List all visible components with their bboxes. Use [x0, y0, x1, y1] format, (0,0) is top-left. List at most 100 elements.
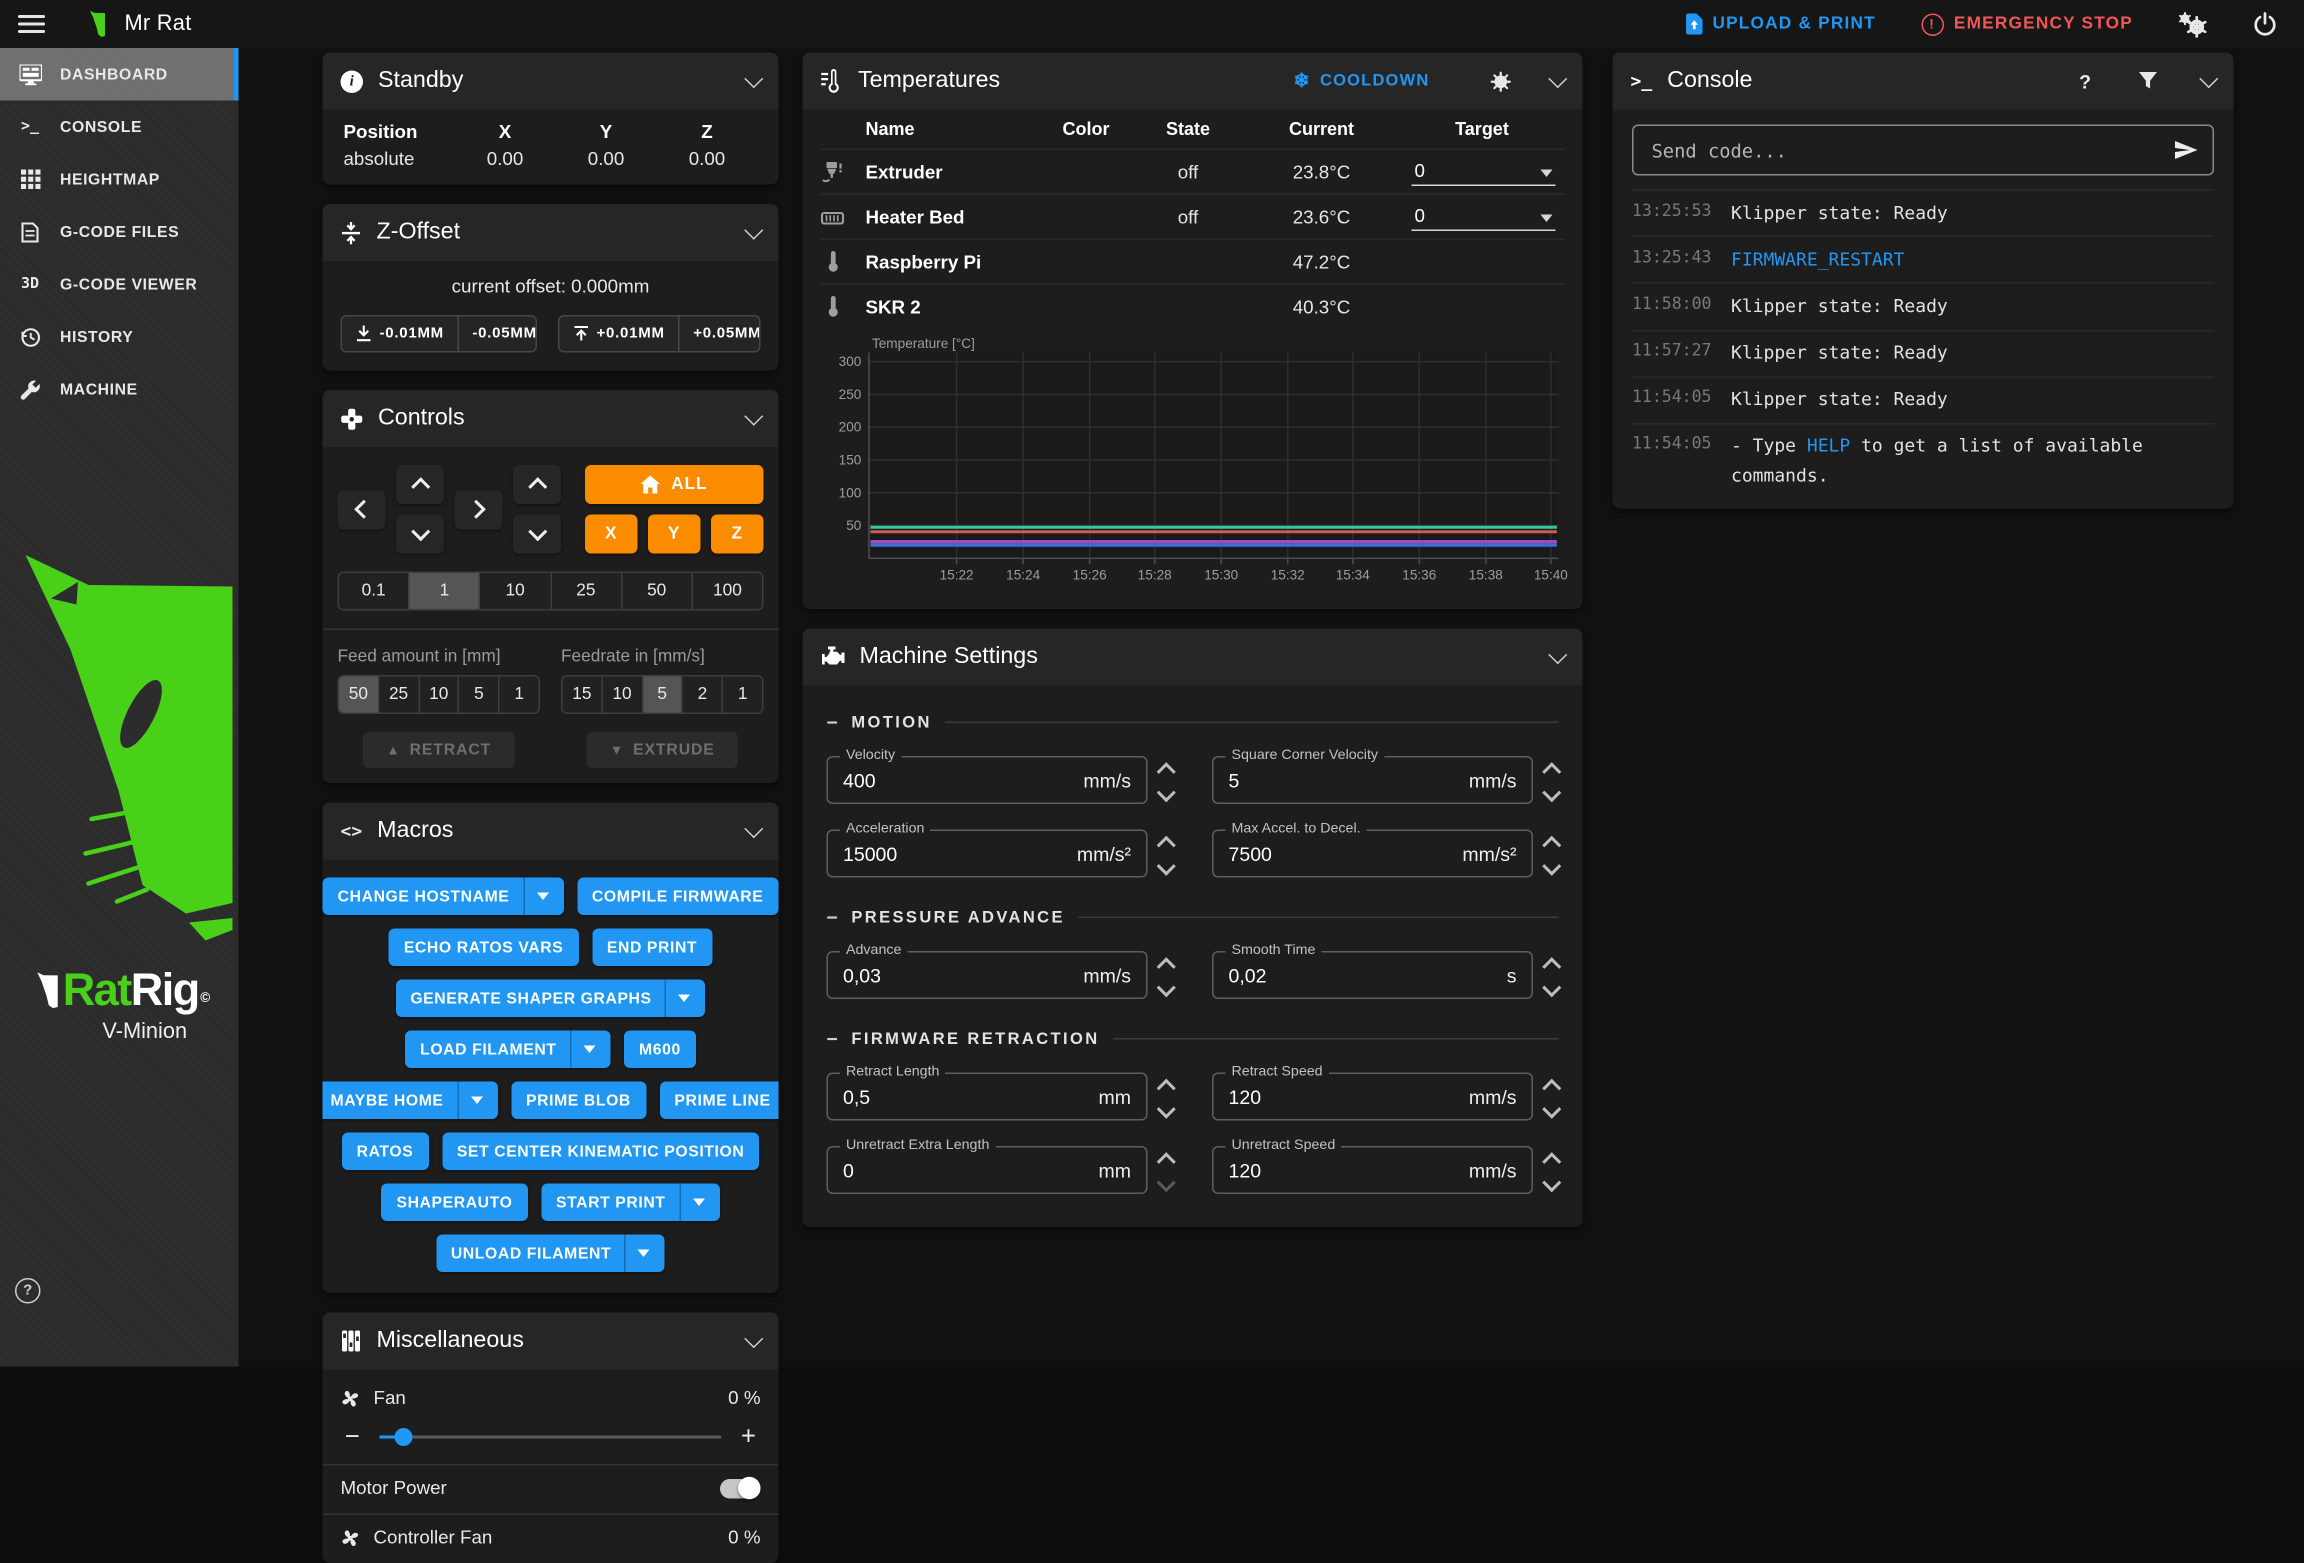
macro-maybe-home-button[interactable]: MAYBE HOME — [323, 1082, 498, 1120]
decrement-button[interactable] — [1157, 857, 1176, 876]
console-input[interactable] — [1649, 137, 2164, 163]
home-all-button[interactable]: ALL — [585, 465, 764, 504]
section-firmware-retraction[interactable]: − FIRMWARE RETRACTION — [827, 1030, 1559, 1050]
collapse-chevron-icon[interactable] — [744, 818, 763, 837]
feed-option[interactable]: 5 — [458, 677, 498, 713]
extrude-button[interactable]: ▼EXTRUDE — [586, 732, 739, 768]
console-help-button[interactable]: ? — [2079, 70, 2091, 93]
sidebar-item-history[interactable]: HISTORY — [0, 311, 239, 364]
macro-unload-filament-button[interactable]: UNLOAD FILAMENT — [436, 1235, 665, 1273]
decrement-button[interactable] — [1542, 1174, 1561, 1193]
home-x-button[interactable]: X — [585, 515, 638, 554]
hamburger-menu-icon[interactable] — [18, 15, 45, 33]
square-corner-velocity-field[interactable]: Square Corner Velocity 5 mm/s — [1212, 757, 1533, 805]
macro-ratos-button[interactable]: RATOS — [342, 1133, 429, 1171]
macro-set-center-kinematic-position-button[interactable]: SET CENTER KINEMATIC POSITION — [442, 1133, 760, 1171]
z-offset-down-small-button[interactable]: -0.01MM — [342, 317, 457, 352]
decrement-button[interactable] — [1542, 857, 1561, 876]
collapse-chevron-icon[interactable] — [1548, 68, 1567, 87]
target-select[interactable]: 0 — [1412, 203, 1556, 230]
increment-button[interactable] — [1542, 1153, 1561, 1172]
feed-option[interactable]: 1 — [498, 677, 538, 713]
jog-x-plus-button[interactable] — [455, 490, 503, 529]
macro-generate-shaper-graphs-button[interactable]: GENERATE SHAPER GRAPHS — [395, 980, 705, 1018]
cooldown-button[interactable]: ❄ COOLDOWN — [1284, 68, 1438, 95]
power-button[interactable] — [2250, 9, 2280, 39]
feedrate-option[interactable]: 1 — [722, 677, 762, 713]
max-accel-to-decel-field[interactable]: Max Accel. to Decel. 7500 mm/s² — [1212, 830, 1533, 878]
step-option[interactable]: 100 — [691, 573, 762, 609]
temperature-chart[interactable]: Temperature [°C] 50 100 150 200 250 300 … — [803, 329, 1583, 610]
interface-settings-button[interactable] — [2175, 8, 2211, 40]
unretract-speed-field[interactable]: Unretract Speed 120 mm/s — [1212, 1147, 1533, 1195]
retract-speed-field[interactable]: Retract Speed 120 mm/s — [1212, 1073, 1533, 1121]
macro-start-print-button[interactable]: START PRINT — [541, 1184, 720, 1222]
sidebar-item-dashboard[interactable]: DASHBOARD — [0, 48, 239, 101]
clickable-command[interactable]: HELP — [1807, 436, 1850, 457]
fan-decrease-button[interactable]: − — [341, 1424, 365, 1450]
decrement-button[interactable] — [1542, 979, 1561, 998]
retract-button[interactable]: ▲RETRACT — [362, 732, 515, 768]
feedrate-option[interactable]: 15 — [563, 677, 602, 713]
sidebar-item-gcode-files[interactable]: G-CODE FILES — [0, 206, 239, 259]
jog-x-minus-button[interactable] — [338, 490, 386, 529]
macro-echo-ratos-vars-button[interactable]: ECHO RATOS VARS — [389, 929, 579, 967]
feed-option[interactable]: 10 — [418, 677, 458, 713]
fan-slider[interactable] — [380, 1435, 722, 1438]
clickable-command[interactable]: FIRMWARE_RESTART — [1731, 246, 1904, 275]
advance-field[interactable]: Advance 0,03 mm/s — [827, 952, 1148, 1000]
increment-button[interactable] — [1157, 958, 1176, 977]
z-offset-up-big-button[interactable]: +0.05MM — [678, 317, 760, 352]
retract-length-field[interactable]: Retract Length 0,5 mm — [827, 1073, 1148, 1121]
emergency-stop-button[interactable]: ! EMERGENCY STOP — [1918, 7, 2136, 42]
section-motion[interactable]: − MOTION — [827, 713, 1559, 733]
sidebar-item-console[interactable]: >_ CONSOLE — [0, 101, 239, 154]
feedrate-option-selected[interactable]: 5 — [641, 677, 681, 713]
filter-icon[interactable] — [2139, 72, 2157, 90]
decrement-button[interactable] — [1157, 1100, 1176, 1119]
acceleration-field[interactable]: Acceleration 15000 mm/s² — [827, 830, 1148, 878]
increment-button[interactable] — [1542, 1079, 1561, 1098]
sidebar-item-gcode-viewer[interactable]: 3D G-CODE VIEWER — [0, 258, 239, 311]
decrement-button[interactable] — [1157, 1174, 1176, 1193]
feed-option[interactable]: 25 — [378, 677, 418, 713]
feedrate-option[interactable]: 10 — [601, 677, 641, 713]
send-icon[interactable] — [2175, 141, 2198, 159]
increment-button[interactable] — [1157, 836, 1176, 855]
z-offset-down-big-button[interactable]: -0.05MM — [457, 317, 536, 352]
gear-icon[interactable] — [1490, 70, 1513, 93]
fan-slider-knob[interactable] — [394, 1427, 412, 1445]
macro-prime-line-button[interactable]: PRIME LINE — [659, 1082, 778, 1120]
console-log[interactable]: 13:25:53 Klipper state: Ready 13:25:43 F… — [1632, 189, 2214, 485]
step-option[interactable]: 25 — [550, 573, 621, 609]
increment-button[interactable] — [1542, 958, 1561, 977]
macro-end-print-button[interactable]: END PRINT — [592, 929, 712, 967]
home-z-button[interactable]: Z — [711, 515, 764, 554]
decrement-button[interactable] — [1542, 1100, 1561, 1119]
decrement-button[interactable] — [1157, 979, 1176, 998]
step-option[interactable]: 10 — [479, 573, 550, 609]
collapse-chevron-icon[interactable] — [744, 220, 763, 239]
increment-button[interactable] — [1157, 763, 1176, 782]
feed-option-selected[interactable]: 50 — [339, 677, 378, 713]
motor-power-toggle[interactable] — [720, 1478, 761, 1498]
increment-button[interactable] — [1157, 1079, 1176, 1098]
increment-button[interactable] — [1542, 836, 1561, 855]
theme-help-icon[interactable]: ? — [15, 1278, 41, 1304]
fan-increase-button[interactable]: + — [737, 1424, 761, 1450]
velocity-field[interactable]: Velocity 400 mm/s — [827, 757, 1148, 805]
sidebar-item-machine[interactable]: MACHINE — [0, 363, 239, 416]
feedrate-option[interactable]: 2 — [682, 677, 722, 713]
jog-z-plus-button[interactable] — [513, 465, 561, 504]
sidebar-item-heightmap[interactable]: HEIGHTMAP — [0, 153, 239, 206]
jog-y-plus-button[interactable] — [396, 465, 444, 504]
step-option[interactable]: 50 — [621, 573, 692, 609]
unretract-extra-length-field[interactable]: Unretract Extra Length 0 mm — [827, 1147, 1148, 1195]
z-offset-up-small-button[interactable]: +0.01MM — [559, 317, 678, 352]
decrement-button[interactable] — [1542, 784, 1561, 803]
macro-load-filament-button[interactable]: LOAD FILAMENT — [405, 1031, 610, 1069]
macro-m600-button[interactable]: M600 — [624, 1031, 696, 1069]
jog-y-minus-button[interactable] — [396, 515, 444, 554]
collapse-chevron-icon[interactable] — [2199, 68, 2218, 87]
target-select[interactable]: 0 — [1412, 158, 1556, 185]
